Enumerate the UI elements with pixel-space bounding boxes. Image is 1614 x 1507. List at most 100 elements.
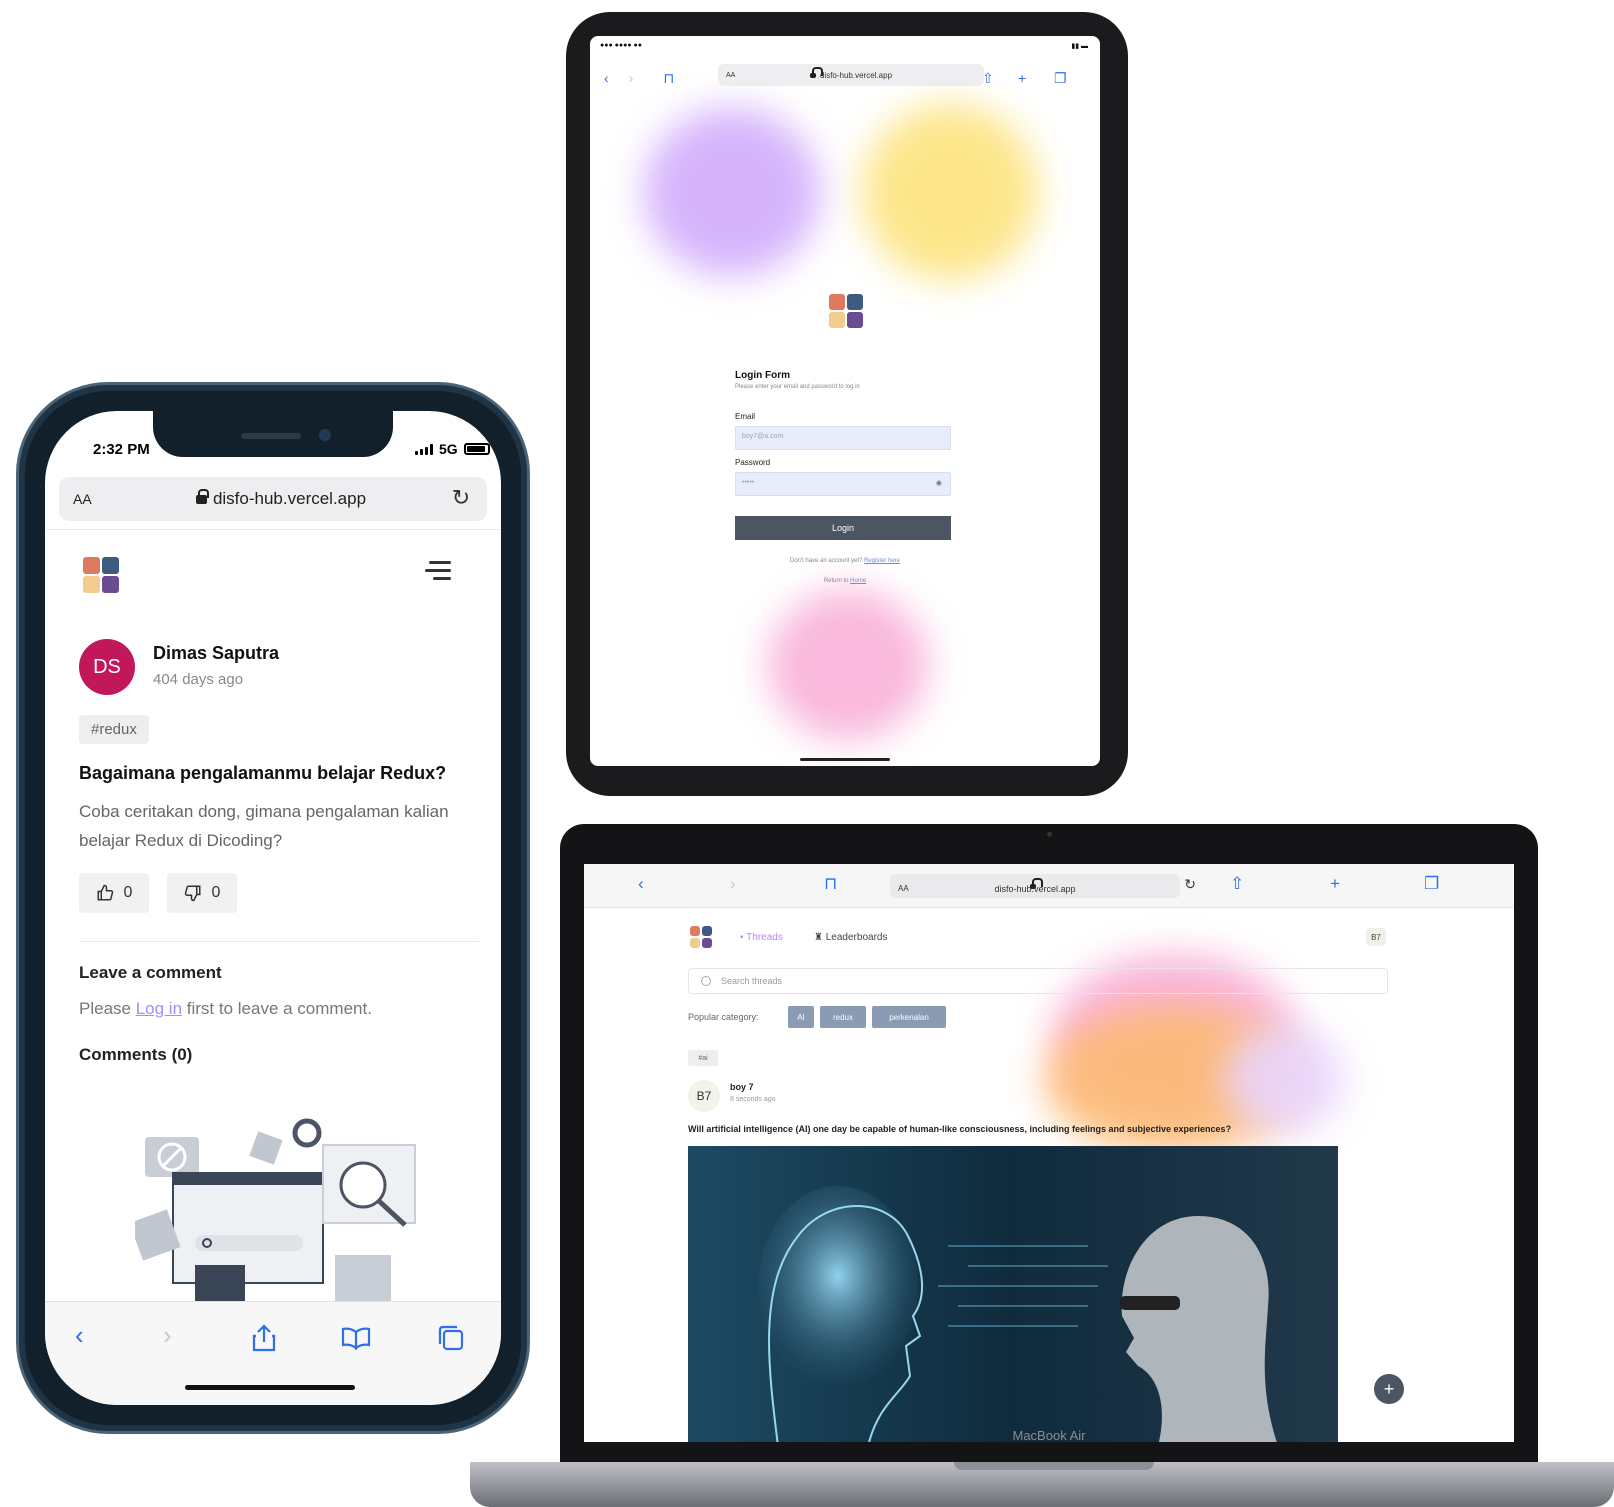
eye-icon[interactable]: ◉ [936,479,942,487]
lock-icon [809,66,823,78]
forward-icon[interactable]: › [163,1320,172,1351]
address-bar[interactable]: AA disfo-hub.vercel.app [718,64,984,86]
pink-blob [768,590,928,740]
phone-screen: 2:32 PM 5G AA disfo-hub.vercel.app ↻ DS … [45,411,501,1405]
tablet-screen: ●●● ●●●● ●● ▮▮ ▬ ‹ › ⊓ ↻ ⇧ + ❐ AA disfo-… [590,36,1100,766]
home-link[interactable]: Home [850,578,866,584]
bookmarks-icon[interactable] [341,1326,371,1350]
status-indicators: 5G [415,441,490,457]
signal-icon [415,443,433,455]
address-bar[interactable]: AA disfo-hub.vercel.app ↻ [59,477,487,521]
downvote-count: 0 [211,884,221,901]
forward-icon[interactable]: › [730,874,736,894]
avatar: DS [79,639,135,695]
popular-category-label: Popular category: [688,1012,759,1022]
back-icon[interactable]: ‹ [75,1320,84,1351]
leaderboards-label: Leaderboards [825,932,888,943]
login-form-subheading: Please enter your email and password to … [735,384,860,390]
add-thread-button[interactable]: + [1374,1374,1404,1404]
nav-threads-link[interactable]: ▪ Threads [740,932,783,943]
bookmarks-icon[interactable]: ⊓ [663,70,674,87]
status-time: 2:32 PM [93,441,150,458]
search-icon [701,976,711,986]
reload-icon[interactable]: ↻ [449,487,473,511]
return-prompt: Return to Home [590,578,1100,584]
password-field[interactable]: ••••• ◉ [735,472,951,496]
bookmarks-icon[interactable]: ⊓ [824,874,837,894]
thread-image [688,1146,1338,1442]
divider [45,529,501,530]
return-prefix: Return to [823,578,851,584]
home-indicator [185,1385,355,1390]
tabs-icon[interactable]: ❐ [1054,70,1067,87]
thread-body: Coba ceritakan dong, gimana pengalaman k… [79,802,449,850]
user-avatar[interactable]: B7 [1366,928,1386,946]
reader-aa-button[interactable]: AA [898,884,909,893]
login-prompt-prefix: Please [79,999,136,1018]
network-label: 5G [439,441,458,457]
status-bar-left: ●●● ●●●● ●● [600,42,642,49]
url-text: disfo-hub.vercel.app [819,70,893,80]
phone-device: 2:32 PM 5G AA disfo-hub.vercel.app ↻ DS … [16,382,530,1434]
share-icon[interactable]: ⇧ [1230,874,1244,894]
login-link[interactable]: Log in [136,999,182,1018]
tablet-device: ●●● ●●●● ●● ▮▮ ▬ ‹ › ⊓ ↻ ⇧ + ❐ AA disfo-… [566,12,1128,796]
back-icon[interactable]: ‹ [638,874,644,894]
forward-icon[interactable]: › [629,70,634,86]
password-value: ••••• [742,479,755,486]
register-link[interactable]: Register here [864,558,900,564]
search-input[interactable]: Search threads [688,968,1388,994]
category-chip-ai[interactable]: AI [788,1006,814,1028]
category-chip-perkenalan[interactable]: perkenalan [872,1006,946,1028]
category-tag[interactable]: #redux [79,715,149,744]
new-tab-icon[interactable]: + [1018,70,1026,86]
reload-icon[interactable]: ↻ [1184,876,1196,893]
login-prompt: Please Log in first to leave a comment. [79,999,372,1019]
email-field[interactable]: boy7@a.com [735,426,951,450]
category-chip-redux[interactable]: redux [820,1006,866,1028]
laptop-device: ‹ › ⊓ AA disfo-hub.vercel.app ↻ ⇧ + ❐ ▪ … [560,824,1538,1462]
comments-heading: Comments (0) [79,1045,193,1064]
app-logo [829,294,863,328]
avatar: B7 [688,1080,720,1112]
nav-leaderboards-link[interactable]: ♜ Leaderboards [814,932,887,943]
status-bar-right: ▮▮ ▬ [1071,43,1088,50]
tabs-icon[interactable]: ❐ [1424,874,1439,894]
share-icon[interactable] [251,1324,277,1352]
hamburger-menu-icon[interactable] [425,561,451,583]
thumbs-up-icon [97,884,113,901]
author-name: Dimas Saputra [153,643,280,663]
thread-author: boy 7 [730,1082,754,1092]
url-display[interactable]: disfo-hub.vercel.app [113,489,449,509]
new-tab-icon[interactable]: + [1330,874,1340,894]
phone-notch [153,411,393,457]
reader-aa-button[interactable]: AA [73,491,113,507]
lock-icon [195,489,209,505]
laptop-browser-nav: ‹ › ⊓ AA disfo-hub.vercel.app ↻ ⇧ + ❐ [584,864,1514,908]
back-icon[interactable]: ‹ [604,70,609,86]
yellow-blob [862,104,1038,280]
post-timestamp: 404 days ago [153,671,244,688]
app-logo[interactable] [690,926,712,948]
laptop-base [470,1462,1614,1507]
thread-category-tag[interactable]: #ai [688,1050,718,1066]
purple-blob [1224,1024,1344,1134]
signup-prefix: Don't have an account yet? [789,558,865,564]
battery-icon [463,443,490,455]
login-button[interactable]: Login [735,516,951,540]
thread-title[interactable]: Will artificial intelligence (AI) one da… [688,1124,1408,1134]
tabs-icon[interactable] [437,1324,465,1352]
webcam [1047,832,1052,837]
upvote-button[interactable]: 0 [79,873,149,913]
leave-comment-heading: Leave a comment [79,963,222,982]
address-bar[interactable]: AA disfo-hub.vercel.app ↻ [890,874,1196,898]
empty-comments-illustration [135,1118,416,1301]
leaderboards-icon: ♜ [814,932,826,943]
signup-prompt: Don't have an account yet? Register here [590,558,1100,564]
password-label: Password [735,458,771,467]
reader-aa-button[interactable]: AA [726,72,735,79]
app-logo[interactable] [83,557,119,593]
downvote-button[interactable]: 0 [167,873,237,913]
url-text: disfo-hub.vercel.app [994,884,1076,894]
device-label: MacBook Air [1012,1428,1086,1443]
